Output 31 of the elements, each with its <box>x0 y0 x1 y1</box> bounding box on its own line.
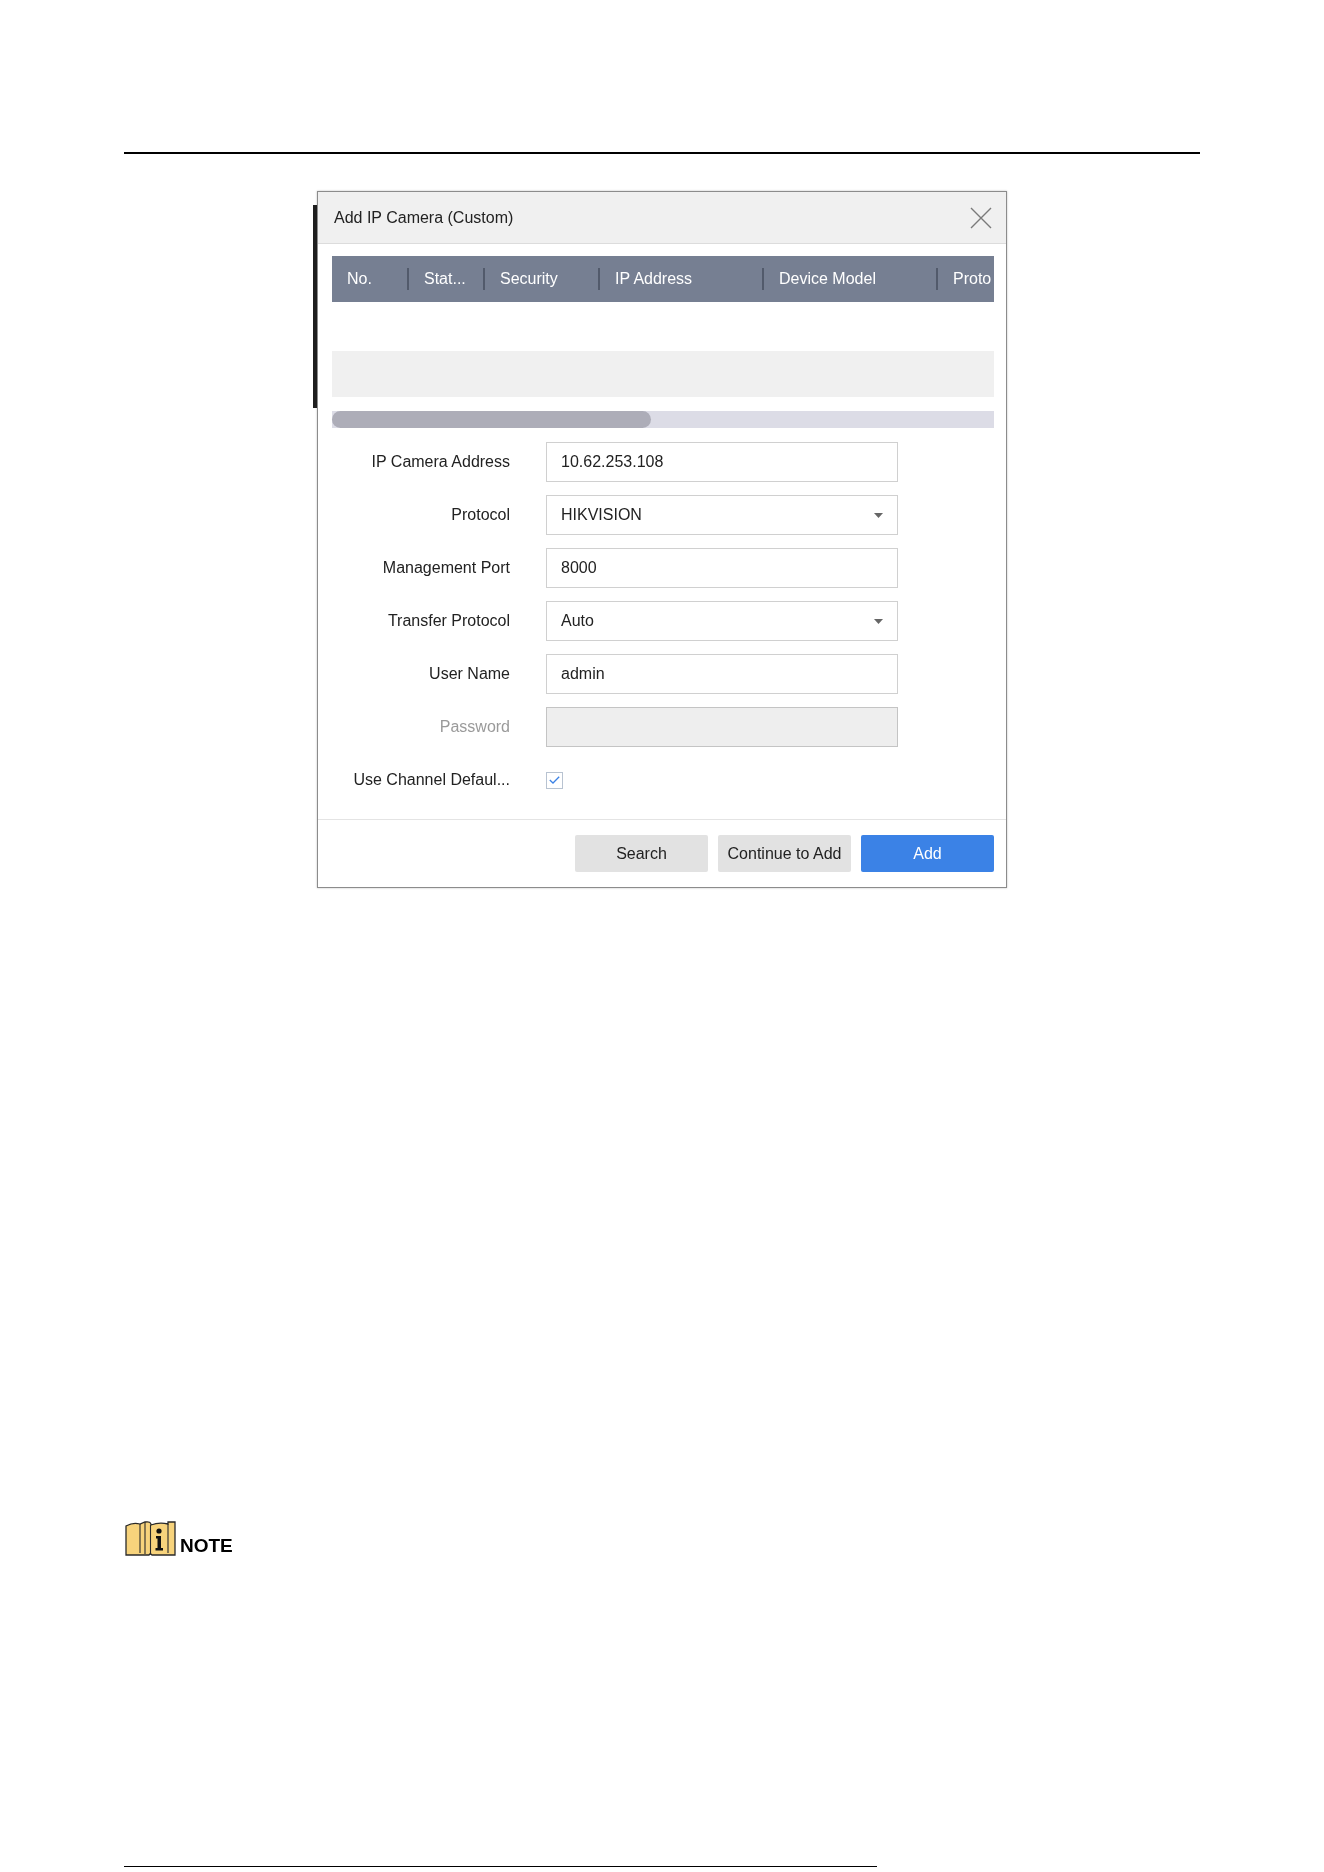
text-field[interactable]: 8000 <box>546 548 898 588</box>
note-heading: NOTE <box>180 1536 233 1555</box>
dropdown-field[interactable]: HIKVISION <box>546 495 898 535</box>
caret-icon <box>874 618 883 624</box>
footer-button[interactable]: Search <box>575 835 708 872</box>
checkmark-icon <box>549 776 560 784</box>
field-label: Management Port <box>382 558 510 578</box>
column-header: IP Address <box>614 269 693 289</box>
dropdown-field[interactable]: Auto <box>546 601 898 641</box>
field-label: User Name <box>429 664 510 684</box>
text-field[interactable]: 10.62.253.108 <box>546 442 898 482</box>
column-header: Device Model <box>778 269 876 289</box>
info-book-icon <box>125 1521 176 1556</box>
column-header: Proto <box>952 269 992 289</box>
text-field[interactable]: admin <box>546 654 898 694</box>
column-header: No. <box>346 269 372 289</box>
dialog-title: Add IP Camera (Custom) <box>334 207 514 228</box>
field-label: IP Camera Address <box>371 452 510 472</box>
scrollbar-thumb[interactable] <box>332 411 651 428</box>
caret-icon <box>874 512 883 518</box>
footer-button[interactable]: Continue to Add <box>718 835 851 872</box>
column-header: Stat... <box>423 269 466 289</box>
footer-button[interactable]: Add <box>861 835 994 872</box>
field-label: Protocol <box>451 505 510 525</box>
column-header: Security <box>499 269 558 289</box>
checkbox[interactable] <box>546 771 563 789</box>
close-button[interactable] <box>970 206 992 229</box>
field-label: Password <box>439 717 510 737</box>
field-label: Transfer Protocol <box>387 611 510 631</box>
close-icon <box>970 206 992 229</box>
field-label: Use Channel Defaul... <box>353 770 510 790</box>
